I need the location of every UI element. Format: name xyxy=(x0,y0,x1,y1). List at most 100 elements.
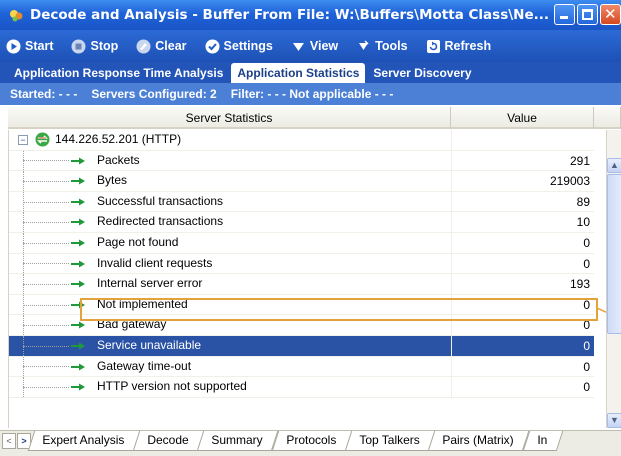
row-label: Page not found xyxy=(97,234,179,249)
tab-scroll-left-button[interactable]: < xyxy=(2,433,16,449)
refresh-button[interactable]: Refresh xyxy=(426,39,492,54)
row-label: Bad gateway xyxy=(97,317,167,332)
stop-button[interactable]: Stop xyxy=(71,39,118,54)
server-statistics-column-header[interactable]: Server Statistics xyxy=(8,107,451,129)
table-row[interactable]: Packets 291 xyxy=(9,150,594,172)
arrow-right-icon xyxy=(71,198,85,206)
maximize-icon xyxy=(582,9,593,20)
tools-icon xyxy=(356,39,371,54)
tab-protocols-label: Protocols xyxy=(286,433,337,447)
arrow-right-icon xyxy=(71,260,85,268)
table-row-selected[interactable]: Service unavailable 0 xyxy=(9,335,594,357)
table-row[interactable]: Bad gateway 0 xyxy=(9,315,594,336)
arrow-right-icon xyxy=(71,321,85,329)
row-name-cell: Redirected transactions xyxy=(9,212,452,232)
value-column-header[interactable]: Value xyxy=(451,107,594,129)
tab-application-response-time-analysis[interactable]: Application Response Time Analysis xyxy=(8,63,229,83)
refresh-label: Refresh xyxy=(444,39,492,53)
maximize-button[interactable] xyxy=(577,4,598,25)
row-label: Bytes xyxy=(97,173,128,188)
tab-top-talkers[interactable]: Top Talkers xyxy=(344,431,436,451)
tab-summary[interactable]: Summary xyxy=(197,431,280,451)
table-row[interactable]: HTTP version not supported 0 xyxy=(9,377,594,398)
row-label: Successful transactions xyxy=(97,193,224,208)
stop-label: Stop xyxy=(90,39,119,53)
tab-decode[interactable]: Decode xyxy=(132,431,205,451)
row-name-cell: Bad gateway xyxy=(9,315,452,335)
play-icon xyxy=(6,39,21,54)
tab-expert-analysis-label: Expert Analysis xyxy=(42,433,125,447)
tab-pairs-matrix-label: Pairs (Matrix) xyxy=(442,433,514,447)
table-row[interactable]: Invalid client requests 0 xyxy=(9,253,594,275)
refresh-icon xyxy=(426,39,441,54)
arrow-right-icon xyxy=(71,239,85,247)
tab-expert-analysis[interactable]: Expert Analysis xyxy=(27,431,141,451)
tree-branch xyxy=(23,263,69,265)
row-label: Service unavailable xyxy=(97,337,202,352)
clear-button[interactable]: Clear xyxy=(136,39,187,54)
grid-rows: − 144.226.52.201 (HTTP) Packets 291 Byte… xyxy=(9,130,594,398)
start-button[interactable]: Start xyxy=(6,39,53,54)
row-label: Invalid client requests xyxy=(97,255,213,270)
window-title: Decode and Analysis - Buffer From File: … xyxy=(30,7,550,23)
row-value: 0 xyxy=(583,380,590,395)
row-value: 10 xyxy=(576,215,590,230)
title-bar[interactable]: Decode and Analysis - Buffer From File: … xyxy=(0,0,621,30)
close-button[interactable]: ✕ xyxy=(600,4,621,25)
row-value: 0 xyxy=(583,256,590,271)
arrow-right-icon xyxy=(71,301,85,309)
tab-in[interactable]: In xyxy=(522,431,563,451)
server-node-row[interactable]: − 144.226.52.201 (HTTP) xyxy=(9,130,594,151)
row-value: 0 xyxy=(452,335,594,356)
tree-branch xyxy=(23,180,69,182)
tab-server-discovery[interactable]: Server Discovery xyxy=(367,63,477,83)
tab-pairs-matrix[interactable]: Pairs (Matrix) xyxy=(428,431,530,451)
tree-branch xyxy=(23,366,69,368)
tab-decode-label: Decode xyxy=(147,433,189,447)
row-name-cell: HTTP version not supported xyxy=(9,377,452,397)
arrow-right-icon xyxy=(71,157,85,165)
decode-analysis-window: Decode and Analysis - Buffer From File: … xyxy=(0,0,621,456)
table-row[interactable]: Bytes 219003 xyxy=(9,171,594,192)
scroll-up-button[interactable]: ▲ xyxy=(607,158,621,173)
tools-menu[interactable]: Tools xyxy=(356,39,408,54)
vertical-scrollbar[interactable]: ▲ ▼ xyxy=(606,130,621,428)
arrow-right-icon xyxy=(71,280,85,288)
row-name-cell: Internal server error xyxy=(9,274,452,294)
minimize-button[interactable] xyxy=(554,4,575,25)
tree-branch xyxy=(23,160,69,162)
tree-branch xyxy=(23,325,69,327)
row-name-cell: Page not found xyxy=(9,232,452,253)
settings-label: Settings xyxy=(223,39,273,53)
arrow-right-icon xyxy=(71,342,85,350)
tools-label: Tools xyxy=(375,39,408,53)
checkmark-icon xyxy=(205,39,220,54)
minimize-icon xyxy=(560,16,568,19)
tab-in-label: In xyxy=(536,433,547,447)
view-label: View xyxy=(309,39,339,53)
view-menu[interactable]: View xyxy=(291,39,338,54)
servers-configured-status: Servers Configured: 2 xyxy=(91,87,217,101)
tree-branch xyxy=(23,304,69,306)
bottom-view-tabs: < > Expert Analysis Decode Summary Proto… xyxy=(0,430,621,456)
table-row[interactable]: Not implemented 0 xyxy=(9,294,594,316)
table-row[interactable]: Redirected transactions 10 xyxy=(9,212,594,233)
scroll-down-button[interactable]: ▼ xyxy=(607,413,621,428)
tree-branch xyxy=(23,283,69,285)
row-value: 219003 xyxy=(549,174,590,189)
scroll-thumb[interactable] xyxy=(607,174,621,334)
settings-button[interactable]: Settings xyxy=(205,39,273,54)
table-row[interactable]: Gateway time-out 0 xyxy=(9,356,594,378)
grid-header: Server Statistics Value xyxy=(8,107,621,129)
table-row[interactable]: Successful transactions 89 xyxy=(9,191,594,213)
row-label: Gateway time-out xyxy=(97,358,192,373)
collapse-icon[interactable]: − xyxy=(18,135,28,145)
table-row[interactable]: Page not found 0 xyxy=(9,232,594,254)
arrow-right-icon xyxy=(71,363,85,371)
table-row-highlighted[interactable]: Internal server error 193 xyxy=(9,274,594,295)
started-status: Started: - - - xyxy=(10,87,78,101)
close-icon: ✕ xyxy=(604,5,617,23)
tab-application-statistics[interactable]: Application Statistics xyxy=(231,63,366,83)
tree-branch xyxy=(23,201,69,203)
tab-protocols[interactable]: Protocols xyxy=(271,431,353,451)
